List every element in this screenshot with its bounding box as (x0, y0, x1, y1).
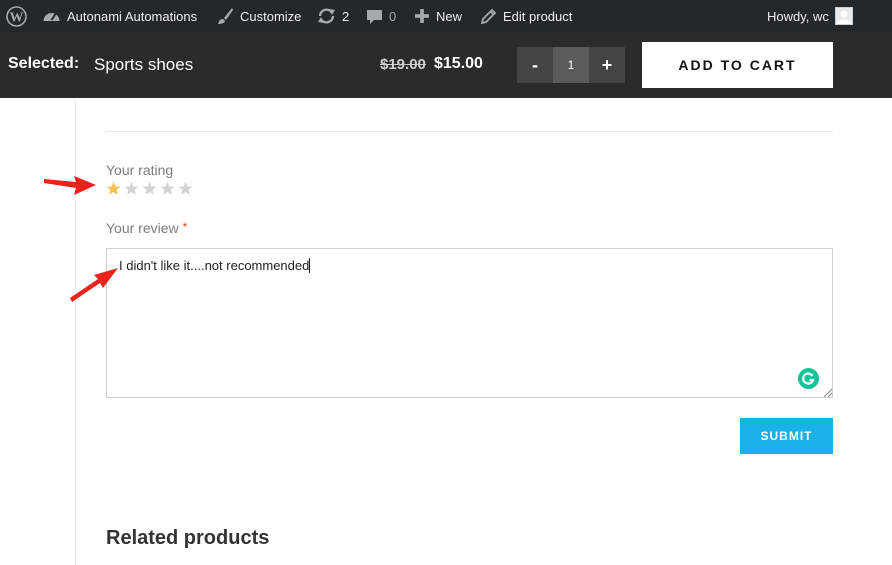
greeting: Howdy, wc (767, 8, 829, 24)
annotation-arrow-review (70, 268, 118, 302)
updates-count: 2 (342, 8, 350, 24)
divider (106, 131, 833, 132)
customize-label: Customize (240, 8, 302, 24)
dashboard-icon (43, 13, 60, 21)
new-label: New (436, 8, 463, 24)
content-border (75, 98, 76, 565)
star-2-icon[interactable] (124, 181, 139, 196)
regular-price: $19.00 (380, 56, 426, 73)
edit-product-link[interactable]: Edit product (480, 0, 572, 32)
quantity-stepper: - 1 + (517, 47, 625, 83)
wp-logo-menu[interactable]: W (6, 0, 27, 32)
account-menu[interactable]: Howdy, wc (767, 0, 853, 32)
quantity-input[interactable]: 1 (553, 47, 589, 83)
updates-link[interactable]: 2 (317, 0, 349, 32)
avatar (834, 7, 853, 25)
comments-count: 0 (389, 8, 397, 24)
annotation-arrow-rating (44, 176, 96, 195)
edit-product-label: Edit product (503, 8, 573, 24)
add-to-cart-button[interactable]: ADD TO CART (642, 42, 833, 88)
customize-link[interactable]: Customize (216, 0, 301, 32)
review-label-text: Your review (106, 220, 179, 236)
pencil-icon (480, 8, 497, 24)
admin-bar: W Autonami Automations Customize 2 0 New… (0, 0, 892, 32)
star-4-icon[interactable] (160, 181, 175, 196)
star-5-icon[interactable] (178, 181, 193, 196)
review-textarea[interactable]: I didn't like it....not recommended (106, 248, 833, 398)
sticky-add-to-cart-bar: Selected: Sports shoes $19.00 $15.00 - 1… (0, 32, 892, 98)
refresh-icon (318, 8, 335, 24)
rating-label: Your rating (106, 162, 174, 178)
site-name-menu[interactable]: Autonami Automations (42, 0, 197, 32)
plus-icon (415, 9, 429, 23)
selected-label: Selected: (8, 55, 80, 72)
comment-bubble-icon (367, 9, 382, 24)
star-3-icon[interactable] (142, 181, 157, 196)
selected-product-name: Sports shoes (94, 55, 194, 74)
quantity-decrease-button[interactable]: - (517, 47, 553, 83)
review-text: I didn't like it....not recommended (119, 258, 310, 273)
quantity-increase-button[interactable]: + (589, 47, 625, 83)
text-caret (309, 258, 311, 273)
paintbrush-icon (218, 8, 233, 24)
grammarly-icon[interactable] (798, 368, 819, 389)
required-asterisk: * (182, 220, 188, 234)
svg-text:W: W (10, 10, 24, 25)
star-1-icon[interactable] (106, 181, 121, 196)
site-name: Autonami Automations (67, 8, 198, 24)
submit-review-button[interactable]: SUBMIT (740, 418, 833, 454)
sale-price: $15.00 (434, 55, 483, 72)
wordpress-logo-icon: W (6, 5, 27, 27)
resize-handle-icon[interactable] (823, 388, 832, 397)
star-rating (106, 181, 193, 196)
review-label: Your review * (106, 220, 187, 236)
comments-link[interactable]: 0 (366, 0, 396, 32)
new-content-link[interactable]: New (414, 0, 462, 32)
related-products-heading: Related products (106, 527, 270, 549)
